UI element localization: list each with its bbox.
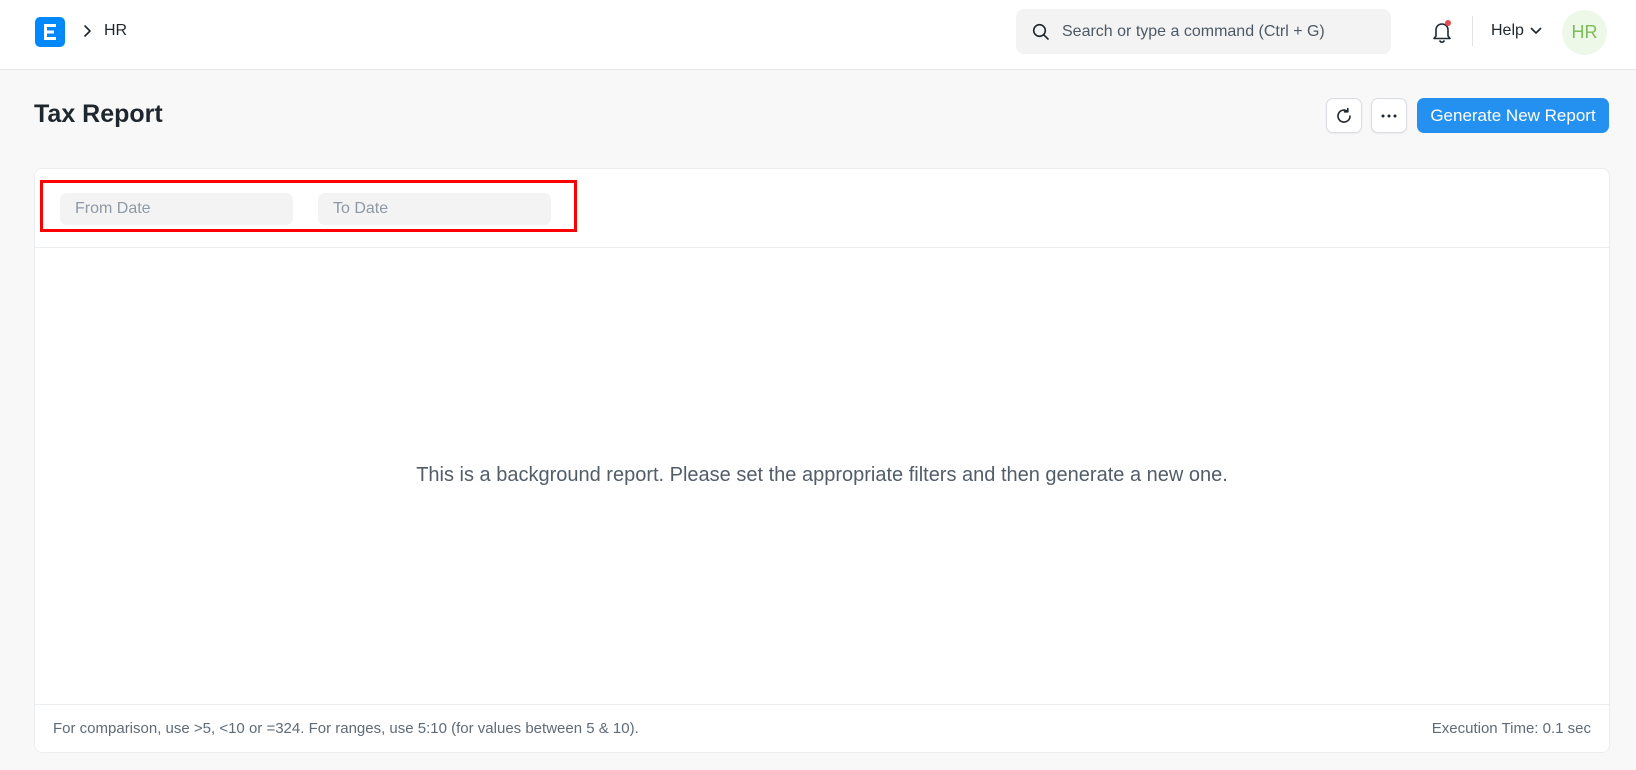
more-actions-button[interactable]	[1371, 98, 1407, 133]
refresh-icon	[1337, 107, 1351, 123]
chevron-down-icon	[1530, 27, 1542, 34]
notification-dot	[1445, 20, 1451, 26]
to-date-input[interactable]	[318, 193, 551, 225]
generate-new-report-button[interactable]: Generate New Report	[1417, 98, 1609, 133]
more-icon	[1381, 114, 1397, 117]
page-title: Tax Report	[34, 100, 163, 128]
navbar: HR Help HR	[0, 0, 1636, 70]
filter-area	[35, 169, 1609, 248]
search-icon	[1032, 23, 1049, 40]
execution-time: Execution Time: 0.1 sec	[1431, 720, 1591, 737]
bell-icon[interactable]	[1430, 19, 1454, 50]
help-dropdown[interactable]: Help	[1491, 22, 1542, 40]
breadcrumb-hr[interactable]: HR	[104, 22, 127, 40]
report-card: This is a background report. Please set …	[34, 168, 1610, 753]
help-label: Help	[1491, 22, 1524, 39]
report-empty-message: This is a background report. Please set …	[416, 464, 1228, 486]
avatar[interactable]: HR	[1562, 10, 1607, 55]
search-input[interactable]	[1062, 22, 1382, 41]
from-date-input[interactable]	[60, 193, 293, 225]
report-footer: For comparison, use >5, <10 or =324. For…	[35, 704, 1609, 753]
search-bar[interactable]	[1016, 9, 1391, 54]
app-logo-icon[interactable]	[35, 17, 65, 47]
navbar-divider	[1472, 16, 1473, 46]
refresh-button[interactable]	[1326, 98, 1362, 133]
chevron-right-icon	[82, 24, 92, 43]
filter-hint-text: For comparison, use >5, <10 or =324. For…	[53, 720, 639, 737]
